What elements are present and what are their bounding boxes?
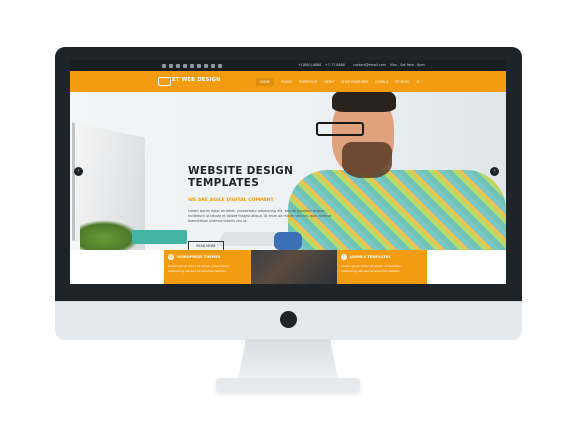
feature-title: JOOMLA TEMPLATES: [350, 255, 391, 259]
hero-subtitle: WE ARE AGILE DIGITAL COMPANY: [188, 198, 274, 203]
nav-item-news[interactable]: NEWS: [324, 80, 334, 84]
feature-body: Lorem ipsum dolor sit amet, consectetur …: [341, 264, 403, 273]
twitter-icon[interactable]: [169, 63, 173, 68]
monitor-neck: [238, 339, 338, 379]
hero-slider: WEBSITE DESIGN TEMPLATES WE ARE AGILE DI…: [70, 92, 506, 250]
monitor-screen: +1(800)-8888 +7-77-8888 contact@email.co…: [70, 60, 506, 284]
nav-item-pages[interactable]: PAGES: [281, 80, 292, 84]
hero-paragraph: Lorem ipsum dolor sit amet, consectetur …: [188, 209, 331, 224]
opening-hours: Mon - Sat 9am - 6pm: [390, 63, 425, 67]
feature-wordpress[interactable]: W WORDPRESS THEMES Lorem ipsum dolor sit…: [164, 250, 251, 284]
nav-item-joomla[interactable]: JOOMLA: [375, 80, 388, 84]
nav-menu: HOME PAGES PORTFOLIO NEWS SHOP FEATURES …: [256, 71, 420, 92]
joomla-icon: J: [341, 254, 347, 260]
facebook-icon[interactable]: [162, 63, 166, 68]
pinterest-icon[interactable]: [190, 63, 194, 68]
nav-item-et-blog[interactable]: ET BLOG: [395, 80, 409, 84]
man-hand: [274, 232, 302, 250]
man-glasses: [316, 122, 364, 136]
email-link[interactable]: contact@email.com: [353, 60, 386, 71]
read-more-button[interactable]: READ MORE: [188, 241, 224, 250]
plant-decoration: [80, 220, 140, 250]
phone-2: +7-77-8888: [325, 63, 345, 67]
top-bar: [70, 60, 506, 71]
power-button: [280, 311, 297, 328]
hamburger-icon[interactable]: ☰: [417, 80, 420, 84]
slider-prev-arrow[interactable]: ‹: [74, 167, 83, 176]
site-logo[interactable]: ET WEB DESIGN: [172, 77, 221, 83]
man-hair: [332, 92, 396, 112]
feature-body: Lorem ipsum dolor sit amet, consectetur …: [168, 264, 230, 273]
instagram-icon[interactable]: [197, 63, 201, 68]
feature-photo: [251, 250, 337, 284]
nav-item-portfolio[interactable]: PORTFOLIO: [299, 80, 318, 84]
feature-joomla[interactable]: J JOOMLA TEMPLATES Lorem ipsum dolor sit…: [337, 250, 427, 284]
nav-item-shop-features[interactable]: SHOP FEATURES: [341, 80, 368, 84]
skype-icon[interactable]: [218, 63, 222, 68]
feature-title: WORDPRESS THEMES: [177, 255, 221, 259]
nav-item-home[interactable]: HOME: [256, 77, 275, 86]
phone-1: +1(800)-8888: [298, 63, 322, 67]
social-icons: [162, 60, 222, 71]
monitor-foot: [216, 378, 360, 392]
hero-title: WEBSITE DESIGN TEMPLATES: [188, 165, 294, 189]
linkedin-icon[interactable]: [183, 63, 187, 68]
logo-icon: [158, 77, 171, 86]
rss-icon[interactable]: [204, 63, 208, 68]
dribbble-icon[interactable]: [211, 63, 215, 68]
google-plus-icon[interactable]: [176, 63, 180, 68]
wordpress-icon: W: [168, 254, 174, 260]
slider-next-arrow[interactable]: ›: [490, 167, 499, 176]
man-beard: [342, 142, 392, 178]
tray-decoration: [132, 230, 187, 244]
